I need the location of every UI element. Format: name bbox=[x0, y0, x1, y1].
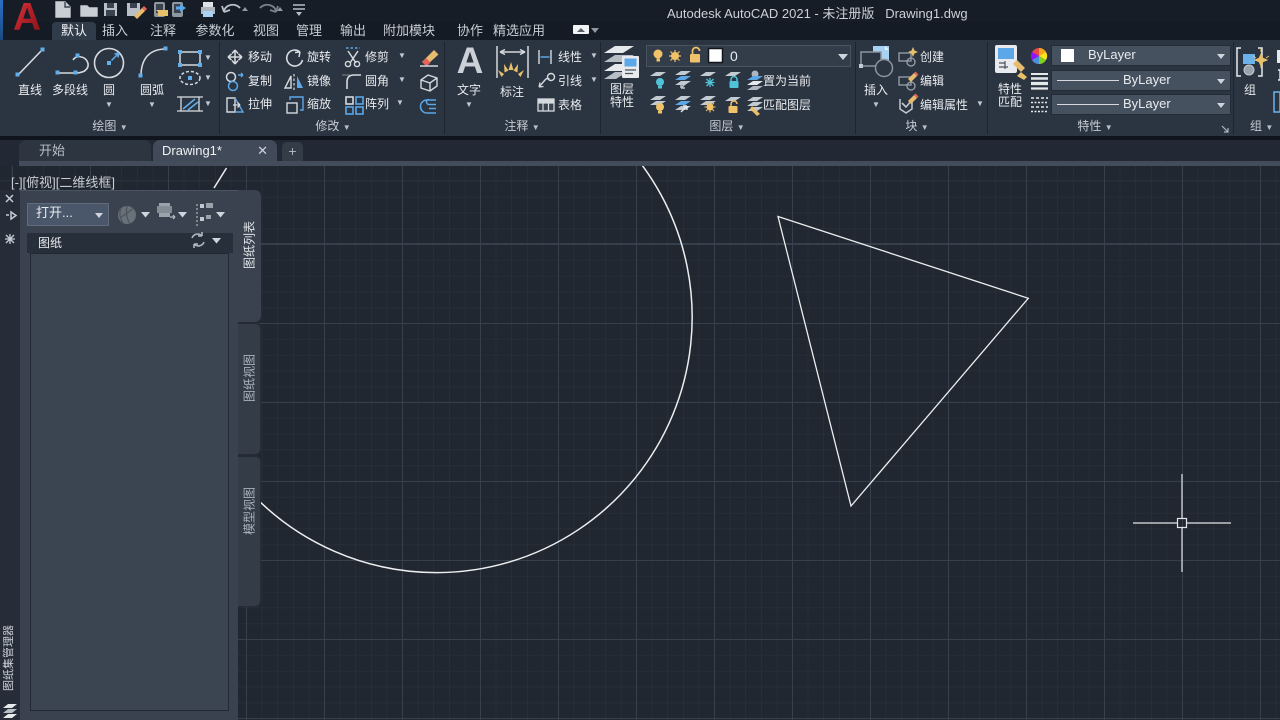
svg-text:A: A bbox=[13, 0, 41, 39]
svg-text:0: 0 bbox=[730, 48, 738, 64]
